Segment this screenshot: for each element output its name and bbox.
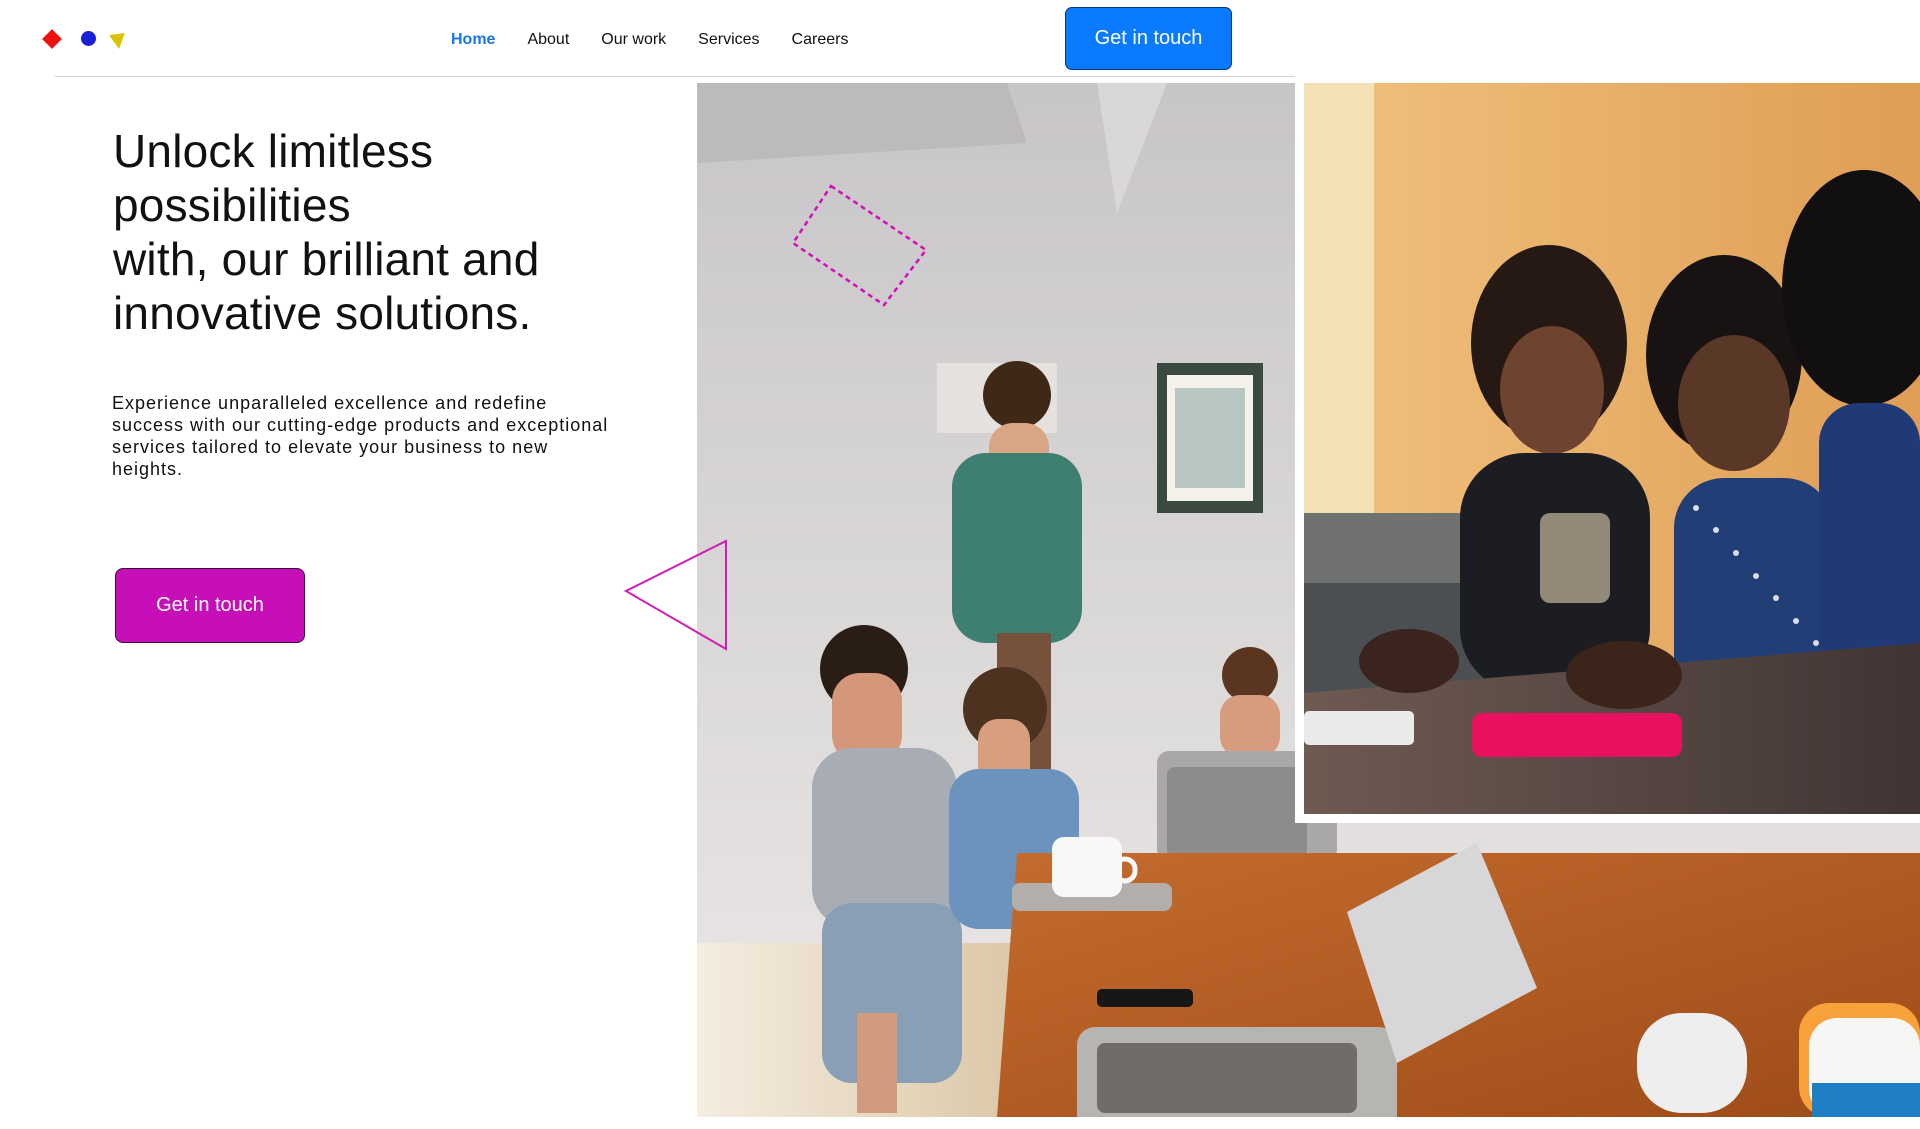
women-meeting-photo	[1304, 83, 1920, 814]
header-get-in-touch-button[interactable]: Get in touch	[1065, 7, 1232, 70]
blue-circle-icon	[81, 31, 96, 46]
yellow-triangle-icon	[109, 32, 127, 51]
inset-photo-frame	[1295, 76, 1920, 823]
nav-item-home[interactable]: Home	[451, 28, 495, 52]
hero-title-line: with, our brilliant and	[113, 233, 540, 285]
nav-item-careers[interactable]: Careers	[792, 28, 849, 52]
nav-item-services[interactable]: Services	[698, 28, 759, 52]
hero-title: Unlock limitless possibilities with, our…	[113, 124, 633, 340]
nav-item-our-work[interactable]: Our work	[601, 28, 666, 52]
hero-description: Experience unparalleled excellence and r…	[112, 393, 609, 479]
brand-logo[interactable]	[40, 27, 130, 57]
hero-title-line: innovative solutions.	[113, 287, 532, 339]
header-divider	[55, 76, 1295, 77]
hero-get-in-touch-button[interactable]: Get in touch	[115, 568, 305, 643]
red-diamond-icon	[42, 29, 62, 49]
hero-title-line: Unlock limitless	[113, 125, 434, 177]
main-nav: Home About Our work Services Careers	[451, 28, 848, 52]
nav-item-about[interactable]: About	[527, 28, 569, 52]
hero-title-line: possibilities	[113, 179, 351, 231]
